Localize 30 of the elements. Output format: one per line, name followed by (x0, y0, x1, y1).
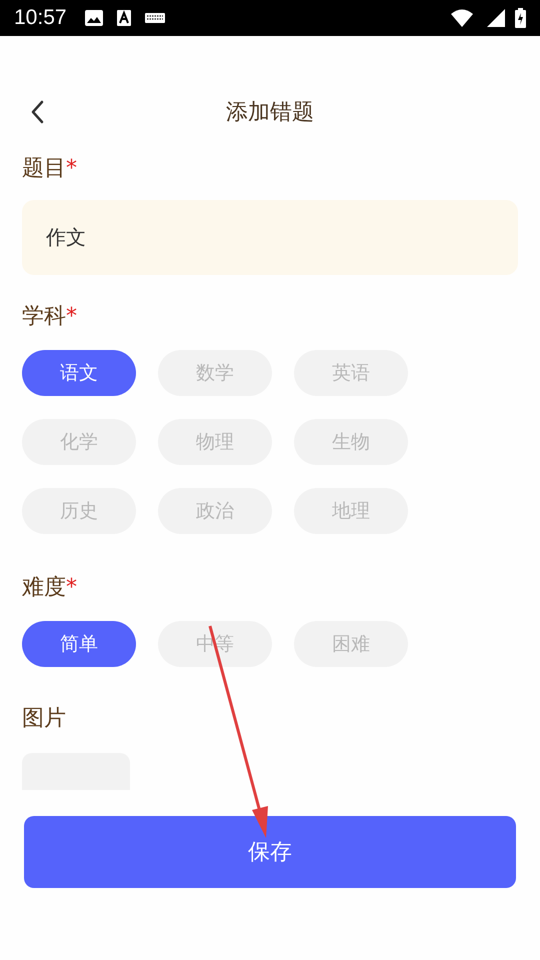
option-chip[interactable]: 生物 (294, 419, 408, 465)
page-title: 添加错题 (226, 99, 314, 127)
option-chip[interactable]: 英语 (294, 350, 408, 396)
back-icon[interactable] (30, 100, 44, 124)
option-chip[interactable]: 化学 (22, 419, 136, 465)
option-chip[interactable]: 地理 (294, 488, 408, 534)
option-chip[interactable]: 困难 (294, 621, 408, 667)
wifi-icon (451, 9, 473, 27)
required-mark: * (66, 156, 77, 180)
required-mark: * (66, 574, 77, 600)
battery-icon (515, 8, 526, 28)
signal-icon (487, 9, 505, 27)
status-time: 10:57 (14, 6, 67, 30)
save-button[interactable]: 保存 (24, 816, 516, 888)
option-chip[interactable]: 政治 (158, 488, 272, 534)
section-label: 学科 (22, 303, 66, 331)
input-field[interactable]: 作文 (22, 200, 518, 275)
image-icon (84, 10, 103, 26)
section-label: 难度 (22, 574, 66, 602)
option-chip[interactable]: 数学 (158, 350, 272, 396)
font-icon (116, 10, 131, 26)
required-mark: * (66, 304, 77, 328)
section-label: 图片 (22, 705, 66, 733)
keyboard-icon (144, 13, 165, 23)
option-chip[interactable]: 简单 (22, 621, 136, 667)
option-chip[interactable]: 中等 (158, 621, 272, 667)
option-chip[interactable]: 历史 (22, 488, 136, 534)
option-chip[interactable]: 语文 (22, 350, 136, 396)
option-chip[interactable]: 物理 (158, 419, 272, 465)
section-label: 题目 (22, 155, 66, 183)
